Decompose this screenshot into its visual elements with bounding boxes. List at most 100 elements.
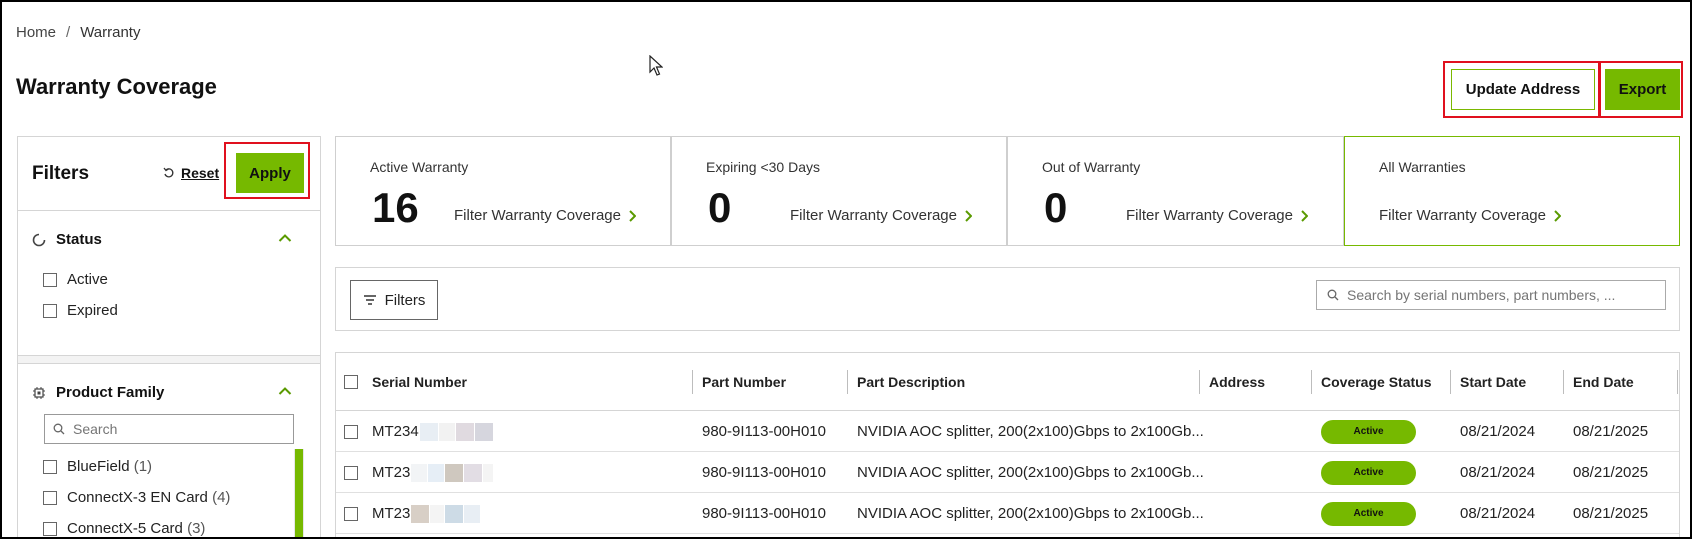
column-divider[interactable] bbox=[1677, 370, 1678, 394]
filter-warranty-coverage-link[interactable]: Filter Warranty Coverage bbox=[454, 207, 636, 224]
reset-button[interactable]: Reset bbox=[163, 165, 219, 181]
status-badge: Active bbox=[1321, 419, 1416, 444]
redacted-block bbox=[430, 504, 445, 523]
status-option-active[interactable]: Active bbox=[43, 271, 108, 288]
table-row[interactable]: MT23 980-9I113-00H010 NVIDIA AOC splitte… bbox=[336, 493, 1679, 534]
status-filter-section: Status Active Expired bbox=[18, 211, 320, 356]
serial-number-cell: MT234 bbox=[372, 411, 493, 452]
column-header-start-date[interactable]: Start Date bbox=[1460, 353, 1526, 411]
app-frame: Home / Warranty Warranty Coverage Update… bbox=[0, 0, 1692, 539]
column-divider[interactable] bbox=[1199, 370, 1200, 394]
column-divider[interactable] bbox=[1311, 370, 1312, 394]
select-all-checkbox[interactable] bbox=[344, 375, 358, 389]
column-header-address[interactable]: Address bbox=[1209, 353, 1265, 411]
column-header-part-number[interactable]: Part Number bbox=[702, 353, 786, 411]
product-family-filter-section: Product Family BlueField (1) ConnectX-3 … bbox=[18, 364, 320, 537]
filter-warranty-coverage-link[interactable]: Filter Warranty Coverage bbox=[1126, 207, 1308, 224]
filters-header: Filters Reset Apply bbox=[18, 137, 320, 211]
apply-button[interactable]: Apply bbox=[236, 153, 304, 193]
scrollbar-thumb[interactable] bbox=[295, 449, 303, 537]
row-checkbox[interactable] bbox=[344, 425, 358, 439]
column-divider[interactable] bbox=[692, 370, 693, 394]
filters-sidebar: Filters Reset Apply Status Active Expire… bbox=[17, 136, 321, 537]
export-button[interactable]: Export bbox=[1605, 69, 1680, 110]
column-header-end-date[interactable]: End Date bbox=[1573, 353, 1634, 411]
option-label: Active bbox=[67, 271, 108, 288]
breadcrumb-separator: / bbox=[66, 24, 71, 41]
option-label: BlueField (1) bbox=[67, 458, 153, 475]
status-option-expired[interactable]: Expired bbox=[43, 302, 118, 319]
card-count: 0 bbox=[708, 184, 732, 231]
column-divider[interactable] bbox=[1450, 370, 1451, 394]
start-date-cell: 08/21/2024 bbox=[1460, 423, 1536, 440]
redacted-block bbox=[411, 504, 430, 523]
redacted-block bbox=[445, 504, 464, 523]
link-label: Filter Warranty Coverage bbox=[454, 207, 621, 224]
filter-warranty-coverage-link[interactable]: Filter Warranty Coverage bbox=[1379, 207, 1561, 224]
card-count: 16 bbox=[372, 184, 419, 231]
section-divider bbox=[18, 356, 320, 364]
status-section-header[interactable]: Status bbox=[32, 231, 102, 248]
column-divider[interactable] bbox=[1563, 370, 1564, 394]
chip-icon bbox=[33, 386, 45, 399]
breadcrumb-home-link[interactable]: Home bbox=[16, 24, 56, 41]
card-label: Active Warranty bbox=[370, 159, 469, 175]
column-header-coverage-status[interactable]: Coverage Status bbox=[1321, 353, 1431, 411]
checkbox[interactable] bbox=[43, 459, 57, 474]
row-checkbox[interactable] bbox=[344, 466, 358, 480]
table-search-input[interactable] bbox=[1347, 287, 1657, 303]
serial-number-text: MT234 bbox=[372, 423, 419, 440]
product-family-option-connectx5[interactable]: ConnectX-5 Card (3) bbox=[43, 520, 205, 537]
row-checkbox[interactable] bbox=[344, 507, 358, 521]
page-title: Warranty Coverage bbox=[16, 74, 217, 99]
spinner-icon bbox=[32, 233, 46, 246]
status-badge: Active bbox=[1321, 460, 1416, 485]
redacted-block bbox=[464, 463, 483, 482]
part-description-cell: NVIDIA AOC splitter, 200(2x100)Gbps to 2… bbox=[857, 423, 1204, 440]
column-header-serial-number[interactable]: Serial Number bbox=[372, 353, 467, 411]
card-all-warranties: All Warranties Filter Warranty Coverage bbox=[1344, 136, 1680, 246]
table-row[interactable]: MT23 980-9I113-00H010 NVIDIA AOC splitte… bbox=[336, 452, 1679, 493]
link-label: Filter Warranty Coverage bbox=[1126, 207, 1293, 224]
chevron-right-icon bbox=[965, 209, 972, 222]
column-header-part-description[interactable]: Part Description bbox=[857, 353, 965, 411]
coverage-status-cell: Active bbox=[1321, 411, 1416, 452]
product-family-option-connectx3[interactable]: ConnectX-3 EN Card (4) bbox=[43, 489, 230, 506]
start-date-cell: 08/21/2024 bbox=[1460, 505, 1536, 522]
table-header: Serial Number Part Number Part Descripti… bbox=[336, 353, 1679, 411]
end-date-cell: 08/21/2025 bbox=[1573, 464, 1649, 481]
filter-warranty-coverage-link[interactable]: Filter Warranty Coverage bbox=[790, 207, 972, 224]
option-label: ConnectX-3 EN Card (4) bbox=[67, 489, 231, 506]
part-description-cell: NVIDIA AOC splitter, 200(2x100)Gbps to 2… bbox=[857, 464, 1204, 481]
column-divider[interactable] bbox=[847, 370, 848, 394]
mouse-cursor-icon bbox=[649, 55, 663, 76]
redacted-block bbox=[445, 463, 464, 482]
table-row[interactable]: MT234 980-9I113-00H010 NVIDIA AOC splitt… bbox=[336, 411, 1679, 452]
redacted-block bbox=[455, 422, 474, 441]
chevron-up-icon[interactable] bbox=[278, 386, 292, 396]
chevron-up-icon[interactable] bbox=[278, 233, 292, 243]
breadcrumb: Home / Warranty bbox=[16, 24, 140, 41]
filters-button-label: Filters bbox=[384, 291, 426, 309]
checkbox[interactable] bbox=[43, 521, 57, 536]
product-family-section-header[interactable]: Product Family bbox=[32, 384, 164, 401]
product-family-search bbox=[44, 414, 294, 444]
card-count: 0 bbox=[1044, 184, 1068, 231]
redacted-block bbox=[464, 504, 481, 523]
part-number-cell: 980-9I113-00H010 bbox=[702, 423, 826, 440]
link-label: Filter Warranty Coverage bbox=[1379, 207, 1546, 224]
product-family-option-bluefield[interactable]: BlueField (1) bbox=[43, 458, 152, 475]
serial-number-cell: MT23 bbox=[372, 493, 481, 534]
product-family-search-input[interactable] bbox=[73, 421, 273, 437]
checkbox[interactable] bbox=[43, 272, 57, 287]
card-label: Out of Warranty bbox=[1042, 159, 1141, 175]
coverage-status-cell: Active bbox=[1321, 452, 1416, 493]
chevron-right-icon bbox=[629, 209, 636, 222]
card-label: Expiring <30 Days bbox=[706, 159, 821, 175]
update-address-button[interactable]: Update Address bbox=[1451, 69, 1595, 110]
checkbox[interactable] bbox=[43, 490, 57, 505]
product-family-section-title: Product Family bbox=[56, 384, 165, 401]
product-family-scrollbar[interactable] bbox=[294, 449, 304, 537]
checkbox[interactable] bbox=[43, 303, 57, 318]
filters-button[interactable]: Filters bbox=[350, 280, 438, 320]
